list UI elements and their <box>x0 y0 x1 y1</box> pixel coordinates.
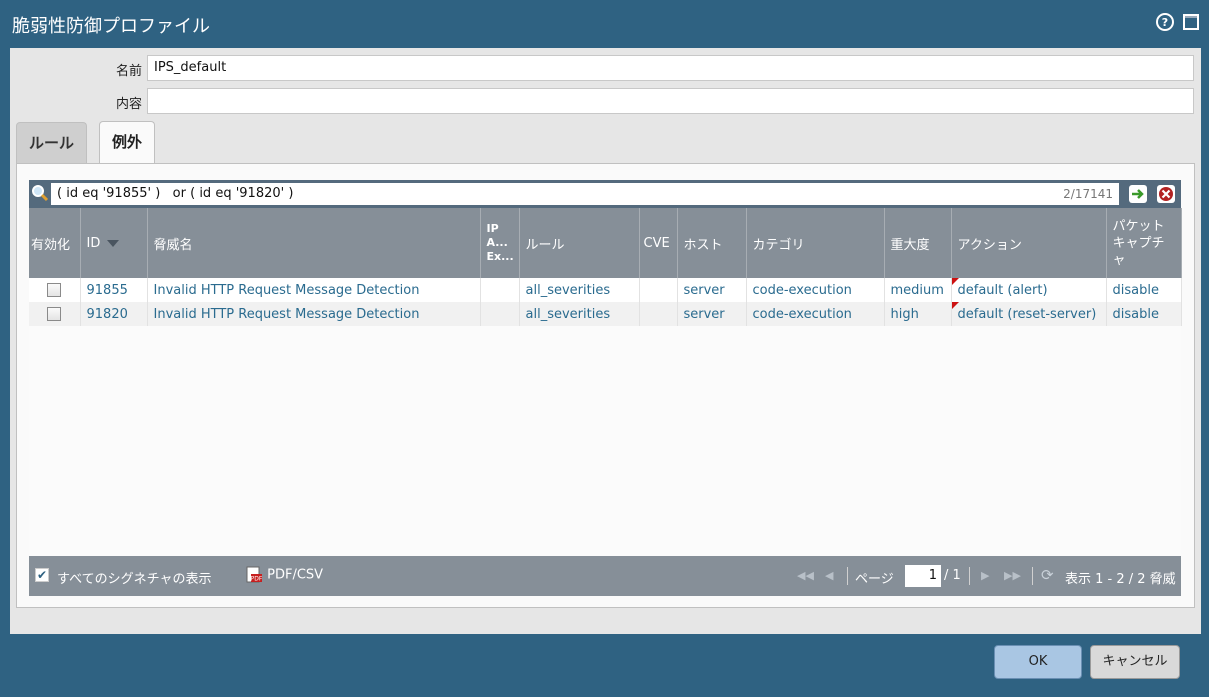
page-label: ページ <box>855 572 894 587</box>
table-row[interactable]: 91855 Invalid HTTP Request Message Detec… <box>29 278 1182 302</box>
clear-filter-icon[interactable] <box>1157 185 1175 203</box>
first-page-icon[interactable]: ◀◀ <box>797 569 814 582</box>
ok-button[interactable]: OK <box>994 645 1082 679</box>
filter-count: 2/17141 <box>1063 187 1113 201</box>
show-all-checkbox[interactable]: ✔ <box>35 568 49 582</box>
modified-flag-icon <box>951 278 959 285</box>
show-all-signatures-label[interactable]: すべてのシグネチャの表示 <box>57 568 211 587</box>
apply-filter-icon[interactable] <box>1129 185 1147 203</box>
col-action[interactable]: アクション <box>951 208 1107 278</box>
refresh-icon[interactable]: ⟳ <box>1041 566 1054 584</box>
name-field[interactable]: IPS_default <box>147 55 1194 81</box>
search-icon <box>32 185 49 202</box>
tab-rules-label: ルール <box>29 134 75 152</box>
cell-severity[interactable]: high <box>884 302 952 326</box>
enable-checkbox[interactable] <box>47 307 62 321</box>
exceptions-table: 有効化 ID 脅威名 IP A... Ex... ルール CVE ホスト カテゴ… <box>29 208 1182 556</box>
page-number-value: 1 <box>928 568 937 583</box>
last-page-icon[interactable]: ▶▶ <box>1004 569 1021 582</box>
pager-divider <box>847 567 848 585</box>
cell-packet-capture[interactable]: disable <box>1106 302 1182 326</box>
tab-rules[interactable]: ルール <box>16 122 88 164</box>
sort-desc-icon <box>106 239 119 247</box>
exceptions-panel: ( id eq '91855' ) or ( id eq '91820' ) 2… <box>16 163 1195 608</box>
svg-text:PDF: PDF <box>251 576 263 583</box>
cell-threat-name[interactable]: Invalid HTTP Request Message Detection <box>147 302 481 326</box>
col-rule[interactable]: ルール <box>519 208 640 278</box>
next-page-icon[interactable]: ▶ <box>981 569 989 582</box>
cell-rule[interactable]: all_severities <box>519 302 640 326</box>
cell-rule[interactable]: all_severities <box>519 278 640 302</box>
col-ip-address-exemptions[interactable]: IP A... Ex... <box>480 208 520 278</box>
cell-action[interactable]: default (alert) <box>951 278 1107 302</box>
page-number-input[interactable]: 1 <box>905 565 941 587</box>
col-severity[interactable]: 重大度 <box>884 208 952 278</box>
help-icon[interactable]: ? <box>1156 13 1174 31</box>
cancel-button[interactable]: キャンセル <box>1090 645 1180 679</box>
pdf-csv-label: PDF/CSV <box>267 567 324 583</box>
svg-text:?: ? <box>1162 16 1168 29</box>
dialog-titlebar: 脆弱性防御プロファイル ? <box>0 0 1209 48</box>
cell-category[interactable]: code-execution <box>746 302 885 326</box>
table-row[interactable]: 91820 Invalid HTTP Request Message Detec… <box>29 302 1182 326</box>
cell-severity[interactable]: medium <box>884 278 952 302</box>
col-packet-capture[interactable]: パケット キャプチャ <box>1106 208 1182 278</box>
tab-exceptions-label: 例外 <box>112 133 143 151</box>
row-enable-checkbox-cell <box>29 302 81 326</box>
dialog-title: 脆弱性防御プロファイル <box>12 16 210 37</box>
table-footer: ✔ すべてのシグネチャの表示 PDF PDF/CSV ◀◀ ◀ ページ 1 / … <box>29 556 1181 596</box>
cell-id[interactable]: 91855 <box>80 278 148 302</box>
maximize-icon[interactable] <box>1182 13 1200 31</box>
col-cve[interactable]: CVE <box>639 208 678 278</box>
table-header: 有効化 ID 脅威名 IP A... Ex... ルール CVE ホスト カテゴ… <box>29 208 1182 278</box>
cell-category[interactable]: code-execution <box>746 278 885 302</box>
col-id[interactable]: ID <box>80 208 148 278</box>
col-host[interactable]: ホスト <box>677 208 747 278</box>
cell-threat-name[interactable]: Invalid HTTP Request Message Detection <box>147 278 481 302</box>
pdf-csv-button[interactable]: PDF PDF/CSV <box>245 566 323 584</box>
cell-action-label: default (reset-server) <box>957 306 1097 322</box>
filter-bar: ( id eq '91855' ) or ( id eq '91820' ) 2… <box>29 180 1181 208</box>
name-label: 名前 <box>115 64 142 79</box>
cell-id[interactable]: 91820 <box>80 302 148 326</box>
description-field[interactable] <box>147 88 1194 114</box>
col-category[interactable]: カテゴリ <box>746 208 885 278</box>
cell-host[interactable]: server <box>677 302 747 326</box>
modified-flag-icon <box>951 302 959 309</box>
col-id-label: ID <box>86 235 101 251</box>
cell-action-label: default (alert) <box>957 282 1048 298</box>
cell-cve <box>639 302 678 326</box>
page-total: / 1 <box>944 568 961 583</box>
cell-cve <box>639 278 678 302</box>
col-threat-name[interactable]: 脅威名 <box>147 208 481 278</box>
prev-page-icon[interactable]: ◀ <box>825 569 833 582</box>
col-enable[interactable]: 有効化 <box>29 208 81 278</box>
cell-ip <box>480 302 520 326</box>
description-label: 内容 <box>115 97 142 112</box>
tab-exceptions[interactable]: 例外 <box>99 121 156 164</box>
cell-packet-capture[interactable]: disable <box>1106 278 1182 302</box>
dialog-body: 名前 IPS_default 内容 ルール 例外 ( id eq '91855'… <box>10 48 1201 634</box>
filter-query: ( id eq '91855' ) or ( id eq '91820' ) <box>57 186 294 201</box>
row-enable-checkbox-cell <box>29 278 81 302</box>
pdf-icon: PDF <box>246 566 263 583</box>
display-count: 表示 1 - 2 / 2 脅威 <box>1065 572 1176 587</box>
cell-action[interactable]: default (reset-server) <box>951 302 1107 326</box>
cell-ip <box>480 278 520 302</box>
enable-checkbox[interactable] <box>47 283 62 297</box>
pager-divider <box>969 567 970 585</box>
cell-host[interactable]: server <box>677 278 747 302</box>
name-value: IPS_default <box>154 60 227 75</box>
filter-input[interactable]: ( id eq '91855' ) or ( id eq '91820' ) 2… <box>51 183 1119 205</box>
pager-divider <box>1032 567 1033 585</box>
